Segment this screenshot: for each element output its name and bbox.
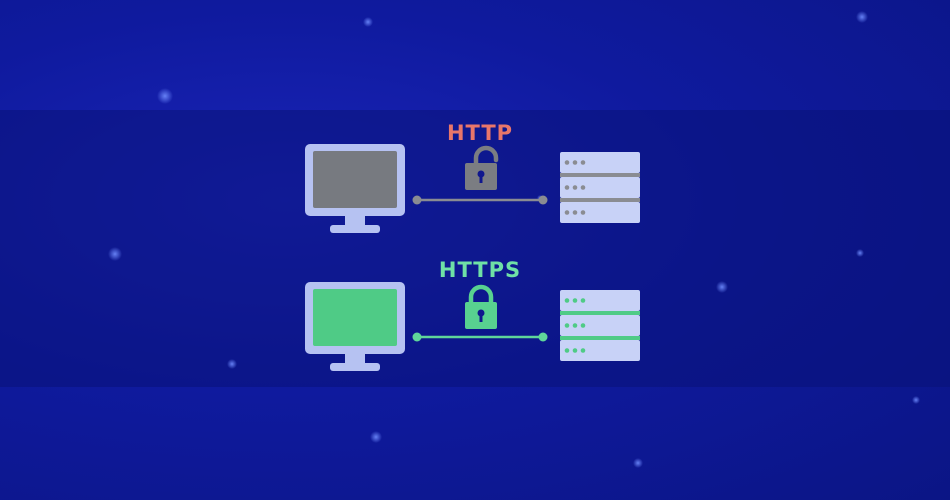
http-vs-https-diagram — [305, 144, 640, 371]
server-rack-icon — [560, 152, 640, 223]
http-connection-line — [412, 195, 548, 205]
http-server — [560, 152, 640, 223]
monitor-icon — [305, 144, 405, 233]
server-rack-icon — [560, 290, 640, 361]
https-label: HTTPS — [438, 258, 522, 282]
https-client — [305, 282, 405, 371]
https-connection-line — [412, 332, 548, 342]
monitor-icon — [305, 282, 405, 371]
unlocked-padlock-icon — [465, 145, 499, 190]
http-label: HTTP — [446, 121, 514, 145]
locked-padlock-icon — [465, 284, 497, 329]
https-server — [560, 290, 640, 361]
http-client — [305, 144, 405, 233]
